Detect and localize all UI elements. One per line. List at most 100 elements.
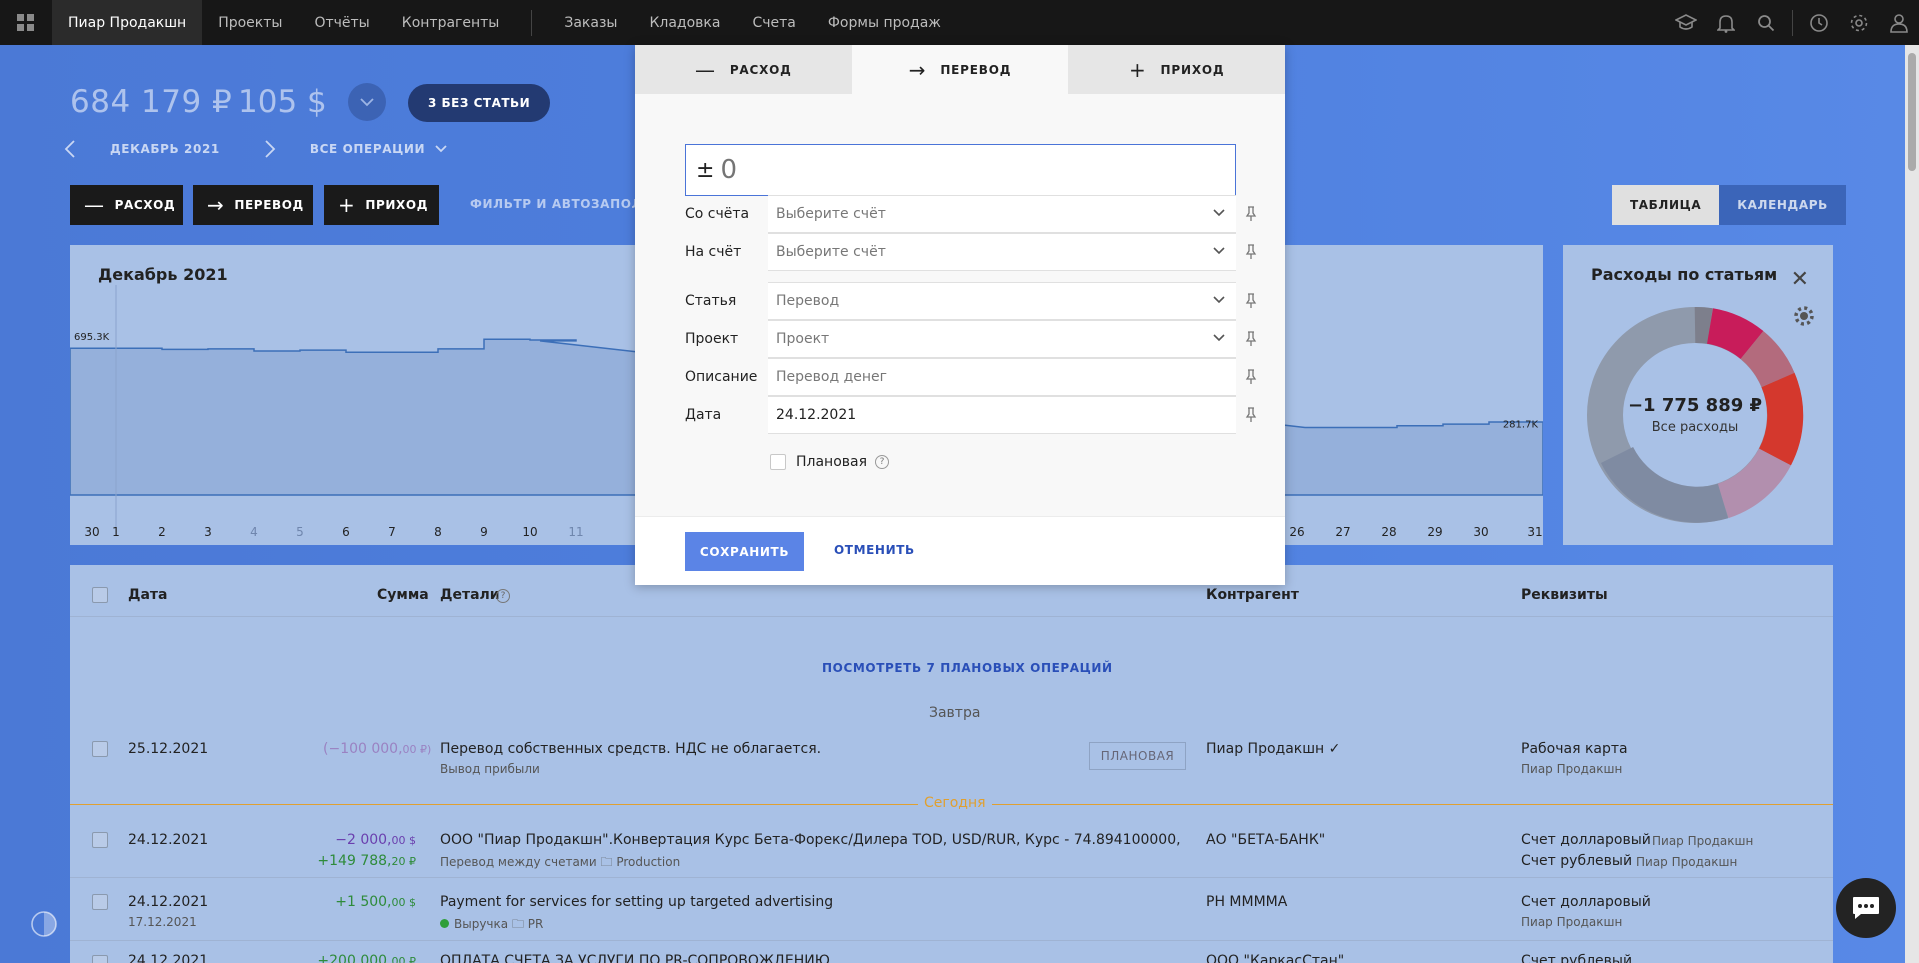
description-input[interactable]: Перевод денег <box>768 358 1236 396</box>
date-value: 24.12.2021 <box>776 407 857 423</box>
row-details[interactable]: ООО "Пиар Продакшн".Конвертация Курс Бет… <box>440 832 1184 848</box>
select-all-checkbox[interactable] <box>92 587 108 603</box>
chevron-down-icon <box>1213 296 1225 304</box>
row-details[interactable]: Payment for services for setting up targ… <box>440 894 833 910</box>
help-icon[interactable]: ? <box>875 455 890 469</box>
save-button[interactable]: СОХРАНИТЬ <box>685 532 804 571</box>
row-date-sub: 17.12.2021 <box>128 915 197 929</box>
header-divider <box>70 616 1833 617</box>
x-tick-label: 27 <box>1335 525 1350 539</box>
income-button[interactable]: + ПРИХОД <box>324 185 439 225</box>
row-account-owner: Пиар Продакшн <box>1652 834 1754 848</box>
category-select[interactable]: Перевод <box>768 282 1236 320</box>
total-expenses: −1 775 889 ₽ <box>1627 395 1763 416</box>
nav-counterparties[interactable]: Контрагенты <box>386 0 516 45</box>
row-account-2: Счет рублевый <box>1521 853 1633 869</box>
today-divider-label: Сегодня <box>918 795 992 811</box>
pin-icon[interactable] <box>1245 331 1257 347</box>
nav-accounts[interactable]: Счета <box>736 0 811 45</box>
view-calendar-button[interactable]: КАЛЕНДАРЬ <box>1719 185 1846 225</box>
row-checkbox[interactable] <box>92 894 108 910</box>
row-category: Вывод прибыли <box>440 762 540 776</box>
nav-projects[interactable]: Проекты <box>202 0 298 45</box>
nav-orders[interactable]: Заказы <box>548 0 633 45</box>
date-label: Дата <box>685 407 722 423</box>
scrollbar-thumb[interactable] <box>1908 53 1916 171</box>
row-details[interactable]: Перевод собственных средств. НДС не обла… <box>440 741 821 757</box>
plus-icon: + <box>338 193 356 217</box>
row-counterparty[interactable]: PH MMMMA <box>1206 894 1287 910</box>
col-sum[interactable]: Сумма <box>377 587 429 603</box>
nav-storage[interactable]: Кладовка <box>633 0 736 45</box>
row-checkbox[interactable] <box>92 955 108 963</box>
pin-icon[interactable] <box>1245 293 1257 309</box>
project-select[interactable]: Проект <box>768 320 1236 358</box>
row-counterparty[interactable]: Пиар Продакшн ✓ <box>1206 741 1340 757</box>
current-month[interactable]: ДЕКАБРЬ 2021 <box>110 142 220 156</box>
operations-filter[interactable]: ВСЕ ОПЕРАЦИИ <box>310 142 425 156</box>
row-details[interactable]: ОПЛАТА СЧЕТА ЗА УСЛУГИ ПО PR-СОПРОВОЖДЕН… <box>440 953 830 963</box>
to-account-select[interactable]: Выберите счёт <box>768 233 1236 271</box>
row-checkbox[interactable] <box>92 741 108 757</box>
view-planned-link[interactable]: ПОСМОТРЕТЬ 7 ПЛАНОВЫХ ОПЕРАЦИЙ <box>822 661 1113 675</box>
row-account: Счет долларовый <box>1521 832 1651 848</box>
pin-icon[interactable] <box>1245 369 1257 385</box>
theme-toggle-icon[interactable] <box>30 910 58 942</box>
col-counterparty[interactable]: Контрагент <box>1206 587 1299 603</box>
graduation-cap-icon[interactable] <box>1666 0 1706 45</box>
pin-icon[interactable] <box>1245 244 1257 260</box>
amount-input[interactable] <box>720 155 1201 185</box>
arrow-right-icon: → <box>908 57 927 82</box>
help-icon[interactable]: ? <box>496 589 510 603</box>
expense-button[interactable]: — РАСХОД <box>70 185 183 225</box>
apps-grid-icon[interactable] <box>0 0 52 45</box>
tomorrow-divider-label: Завтра <box>929 705 981 721</box>
chat-button[interactable] <box>1836 878 1896 938</box>
row-checkbox[interactable] <box>92 832 108 848</box>
x-tick-label: 8 <box>434 525 442 539</box>
nav-sales-forms[interactable]: Формы продаж <box>812 0 957 45</box>
date-input[interactable]: 24.12.2021 <box>768 396 1236 434</box>
close-icon[interactable]: ✕ <box>1791 267 1809 292</box>
tab-expense[interactable]: — РАСХОД <box>635 45 852 94</box>
description-placeholder: Перевод денег <box>776 369 888 385</box>
chevron-left-icon[interactable] <box>64 140 76 158</box>
amount-field[interactable]: ± <box>685 144 1236 196</box>
search-icon[interactable] <box>1746 0 1786 45</box>
col-date[interactable]: Дата <box>128 587 167 603</box>
view-table-button[interactable]: ТАБЛИЦА <box>1612 185 1720 225</box>
page-scrollbar[interactable] <box>1905 45 1919 963</box>
company-switcher[interactable]: Пиар Продакшн <box>52 0 203 45</box>
history-clock-icon[interactable] <box>1799 0 1839 45</box>
col-requisites[interactable]: Реквизиты <box>1521 587 1608 603</box>
cancel-button[interactable]: ОТМЕНИТЬ <box>834 543 915 557</box>
topbar-divider <box>1792 9 1793 36</box>
tab-transfer[interactable]: → ПЕРЕВОД <box>851 45 1069 94</box>
chat-icon <box>1853 897 1879 919</box>
col-details[interactable]: Детали <box>440 587 500 603</box>
chevron-down-icon[interactable] <box>435 145 447 153</box>
from-account-select[interactable]: Выберите счёт <box>768 195 1236 233</box>
no-category-badge[interactable]: 3 БЕЗ СТАТЬИ <box>408 84 551 122</box>
nav-reports[interactable]: Отчёты <box>298 0 385 45</box>
plus-icon: + <box>1128 57 1147 82</box>
pin-icon[interactable] <box>1245 206 1257 222</box>
project-label: Проект <box>685 331 739 347</box>
filter-autofill-link[interactable]: ФИЛЬТР И АВТОЗАПОЛНЕ <box>470 197 662 211</box>
user-icon[interactable] <box>1879 0 1919 45</box>
tab-income[interactable]: + ПРИХОД <box>1068 45 1286 94</box>
x-tick-label: 9 <box>480 525 488 539</box>
balance-usd: 105 $ <box>238 84 327 120</box>
row-counterparty[interactable]: АО "БЕТА-БАНК" <box>1206 832 1325 848</box>
gear-icon[interactable] <box>1839 0 1879 45</box>
row-account: Счет рублевый <box>1521 953 1633 963</box>
transfer-button[interactable]: → ПЕРЕВОД <box>193 185 313 225</box>
bell-icon[interactable] <box>1706 0 1746 45</box>
chevron-right-icon[interactable] <box>264 140 276 158</box>
balance-expand-button[interactable] <box>348 83 386 121</box>
nav-divider <box>531 9 533 36</box>
row-counterparty[interactable]: ООО "КаркасСтан" <box>1206 953 1344 963</box>
planned-checkbox[interactable] <box>770 454 786 470</box>
pin-icon[interactable] <box>1245 407 1257 423</box>
top-bar: Пиар Продакшн Проекты Отчёты Контрагенты… <box>0 0 1919 45</box>
